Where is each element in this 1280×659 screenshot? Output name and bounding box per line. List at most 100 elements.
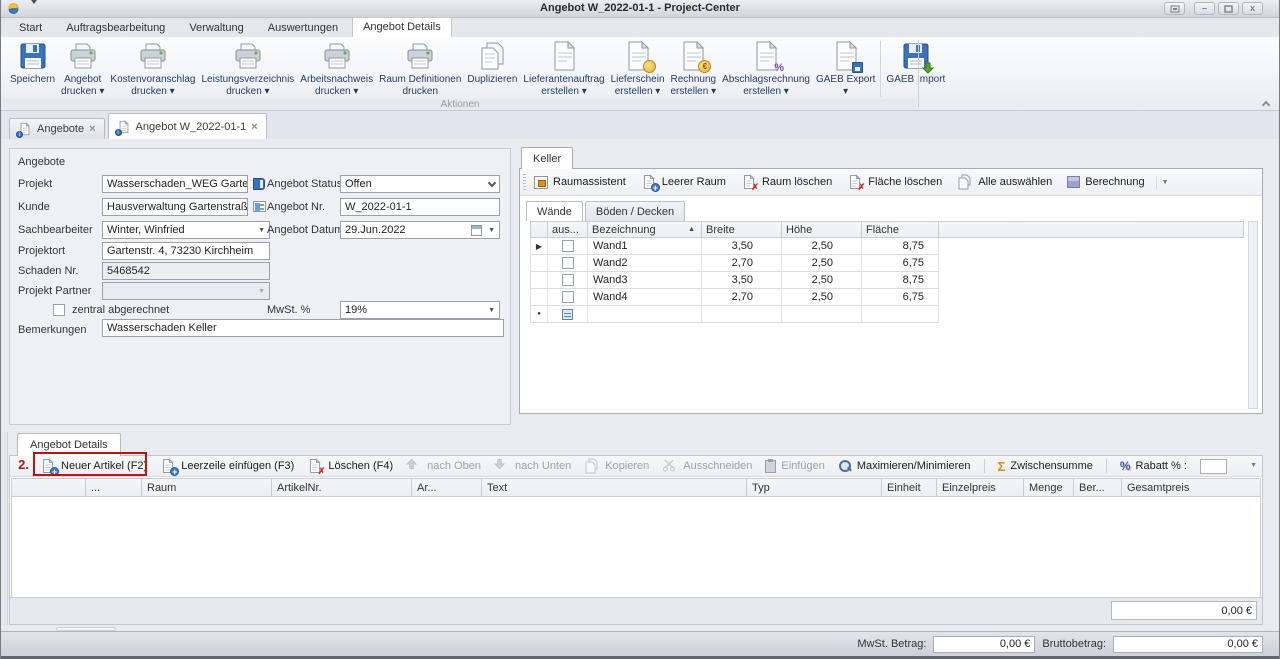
gaeb-import-button[interactable]: GAEB Import xyxy=(883,39,948,87)
col-dots[interactable]: ... xyxy=(86,479,142,496)
toolbar-overflow-caret-icon[interactable]: ▼ xyxy=(1250,462,1257,469)
col-breite[interactable]: Breite xyxy=(702,222,782,237)
leerer-raum-button[interactable]: + Leerer Raum xyxy=(641,174,726,190)
col-ber[interactable]: Ber... xyxy=(1074,479,1122,496)
table-row[interactable]: Wand3 3,50 2,50 8,75 xyxy=(530,272,939,289)
tab-waende[interactable]: Wände xyxy=(526,201,583,221)
close-tab-icon[interactable]: × xyxy=(89,123,95,135)
col-artikelnr[interactable]: ArtikelNr. xyxy=(272,479,412,496)
tab-boeden-decken[interactable]: Böden / Decken xyxy=(585,201,685,221)
ribbon-tab-auswertungen[interactable]: Auswertungen xyxy=(258,19,348,37)
row-cell-aus[interactable] xyxy=(548,272,588,289)
row-cell-aus[interactable] xyxy=(548,289,588,306)
ribbon-tab-auftragsbearbeitung[interactable]: Auftragsbearbeitung xyxy=(56,19,175,37)
schaden-nr-input[interactable]: 5468542 xyxy=(102,262,270,280)
berechnung-button[interactable]: Berechnung xyxy=(1067,176,1144,188)
ribbon-tab-angebot-details[interactable]: Angebot Details xyxy=(352,17,452,37)
ribbon-tab-verwaltung[interactable]: Verwaltung xyxy=(179,19,253,37)
sachbearbeiter-combobox[interactable]: Winter, Winfried▼ xyxy=(102,221,270,239)
row-checkbox[interactable] xyxy=(562,274,574,286)
col-raum[interactable]: Raum xyxy=(142,479,272,496)
close-button[interactable]: x xyxy=(1242,2,1263,15)
col-bezeichnung[interactable]: Bezeichnung ▲ xyxy=(588,222,702,237)
row-cell-aus[interactable] xyxy=(548,238,588,255)
col-gesamtpreis[interactable]: Gesamtpreis xyxy=(1122,479,1260,496)
paste-icon xyxy=(765,460,776,473)
nach-oben-button[interactable]: nach Oben xyxy=(406,458,481,474)
toolbar-overflow-caret-icon[interactable]: ▼ xyxy=(1156,176,1174,189)
col-ar[interactable]: Ar... xyxy=(412,479,482,496)
row-cell-aus[interactable] xyxy=(548,255,588,272)
table-row[interactable]: Wand4 2,70 2,50 6,75 xyxy=(530,289,939,306)
col-hoehe[interactable]: Höhe xyxy=(782,222,862,237)
close-tab-icon[interactable]: × xyxy=(251,121,257,133)
details-panel: + Neuer Artikel (F2) + Leerzeile einfüge… xyxy=(9,455,1263,625)
nach-unten-button[interactable]: nach Unten xyxy=(494,458,571,474)
lieferschein-erstellen-button[interactable]: Lieferschein erstellen ▾ xyxy=(608,39,668,99)
doc-tab-angebot-w-2022-01-1[interactable]: i Angebot W_2022-01-1 × xyxy=(108,113,267,139)
bemerkungen-input[interactable]: Wasserschaden Keller xyxy=(102,319,504,337)
col-text[interactable]: Text xyxy=(482,479,747,496)
angebot-drucken-button[interactable]: Angebot drucken ▾ xyxy=(58,39,107,99)
leerzeile-einfuegen-button[interactable]: + Leerzeile einfügen (F3) xyxy=(160,458,294,474)
kostenvoranschlag-drucken-button[interactable]: Kostenvoranschlag drucken ▾ xyxy=(107,39,198,99)
mwst-label: MwSt. % xyxy=(267,301,310,319)
loeschen-button[interactable]: ✗ Löschen (F4) xyxy=(307,458,393,474)
col-einzelpreis[interactable]: Einzelpreis xyxy=(937,479,1024,496)
toolbar-separator xyxy=(1106,459,1107,473)
row-checkbox[interactable] xyxy=(562,240,574,252)
neuer-artikel-button[interactable]: + Neuer Artikel (F2) xyxy=(40,458,147,474)
row-checkbox[interactable] xyxy=(562,257,574,269)
customer-card-icon[interactable] xyxy=(253,201,266,212)
new-row[interactable]: ● xyxy=(530,306,939,323)
rechnung-erstellen-button[interactable]: € Rechnung erstellen ▾ xyxy=(668,39,720,99)
zentral-abgerechnet-checkbox[interactable] xyxy=(53,304,65,316)
keller-tab[interactable]: Keller xyxy=(521,147,573,169)
ausschneiden-button[interactable]: Ausschneiden xyxy=(662,458,752,474)
row-checkbox[interactable] xyxy=(562,291,574,303)
angebot-nr-input[interactable]: W_2022-01-1 xyxy=(340,198,500,216)
gaeb-export-button[interactable]: GAEB Export ▾ xyxy=(813,39,878,99)
projektort-input[interactable]: Gartenstr. 4, 73230 Kirchheim xyxy=(102,242,270,260)
speichern-button[interactable]: Speichern xyxy=(7,39,58,87)
zwischensumme-button[interactable]: Σ Zwischensumme xyxy=(998,460,1093,473)
fullscreen-button[interactable] xyxy=(1164,2,1185,15)
rabatt-input[interactable] xyxy=(1200,459,1227,474)
toolbar-grip[interactable] xyxy=(523,174,526,190)
mwst-combobox[interactable]: 19%▼ xyxy=(340,301,500,319)
angebot-details-tab[interactable]: Angebot Details xyxy=(17,433,121,456)
kopieren-button[interactable]: Kopieren xyxy=(584,458,649,474)
col-flaeche[interactable]: Fläche xyxy=(862,222,939,237)
maximize-button[interactable] xyxy=(1218,2,1239,15)
project-book-icon[interactable] xyxy=(253,178,265,190)
vertical-scrollbar-track[interactable] xyxy=(1248,221,1258,409)
col-typ[interactable]: Typ xyxy=(747,479,882,496)
col-menge[interactable]: Menge xyxy=(1024,479,1074,496)
lieferantenauftrag-erstellen-button[interactable]: Lieferantenauftrag erstellen ▾ xyxy=(520,39,607,99)
new-row-cell-aus[interactable] xyxy=(548,306,588,323)
ribbon-tab-start[interactable]: Start xyxy=(9,19,52,37)
table-row[interactable]: ▶ Wand1 3,50 2,50 8,75 xyxy=(530,238,939,255)
angebot-datum-picker[interactable]: 29.Jun.2022 ▼ xyxy=(340,221,500,239)
minimize-button[interactable]: – xyxy=(1194,2,1215,15)
raum-definitionen-drucken-button[interactable]: Raum Definitionen drucken xyxy=(376,39,464,99)
table-row[interactable]: Wand2 2,70 2,50 6,75 xyxy=(530,255,939,272)
col-einheit[interactable]: Einheit xyxy=(882,479,937,496)
leistungsverzeichnis-drucken-button[interactable]: Leistungsverzeichnis drucken ▾ xyxy=(198,39,297,99)
arbeitsnachweis-drucken-button[interactable]: Arbeitsnachweis drucken ▾ xyxy=(297,39,376,99)
maximieren-minimieren-button[interactable]: Maximieren/Minimieren xyxy=(838,459,971,473)
flaeche-loeschen-button[interactable]: ✗ Fläche löschen xyxy=(847,174,942,190)
projekt-partner-combobox[interactable]: ▼ xyxy=(102,282,270,300)
raumassistent-button[interactable]: Raumassistent xyxy=(534,176,626,189)
details-table-body[interactable] xyxy=(11,497,1261,598)
kunde-combobox[interactable]: Hausverwaltung Gartenstraße▼ xyxy=(102,198,248,216)
raum-loeschen-button[interactable]: ✗ Raum löschen xyxy=(741,174,832,190)
projekt-combobox[interactable]: Wasserschaden_WEG Garte...▼ xyxy=(102,175,248,193)
col-aus[interactable]: aus... xyxy=(548,222,588,237)
alle-auswaehlen-button[interactable]: Alle auswählen xyxy=(957,174,1052,190)
abschlagsrechnung-erstellen-button[interactable]: % Abschlagsrechnung erstellen ▾ xyxy=(719,39,813,99)
duplizieren-button[interactable]: Duplizieren xyxy=(464,39,520,87)
einfuegen-button[interactable]: Einfügen xyxy=(765,460,824,473)
doc-tab-angebote[interactable]: i Angebote × xyxy=(9,118,105,139)
angebot-status-select[interactable]: Offen xyxy=(340,175,500,193)
